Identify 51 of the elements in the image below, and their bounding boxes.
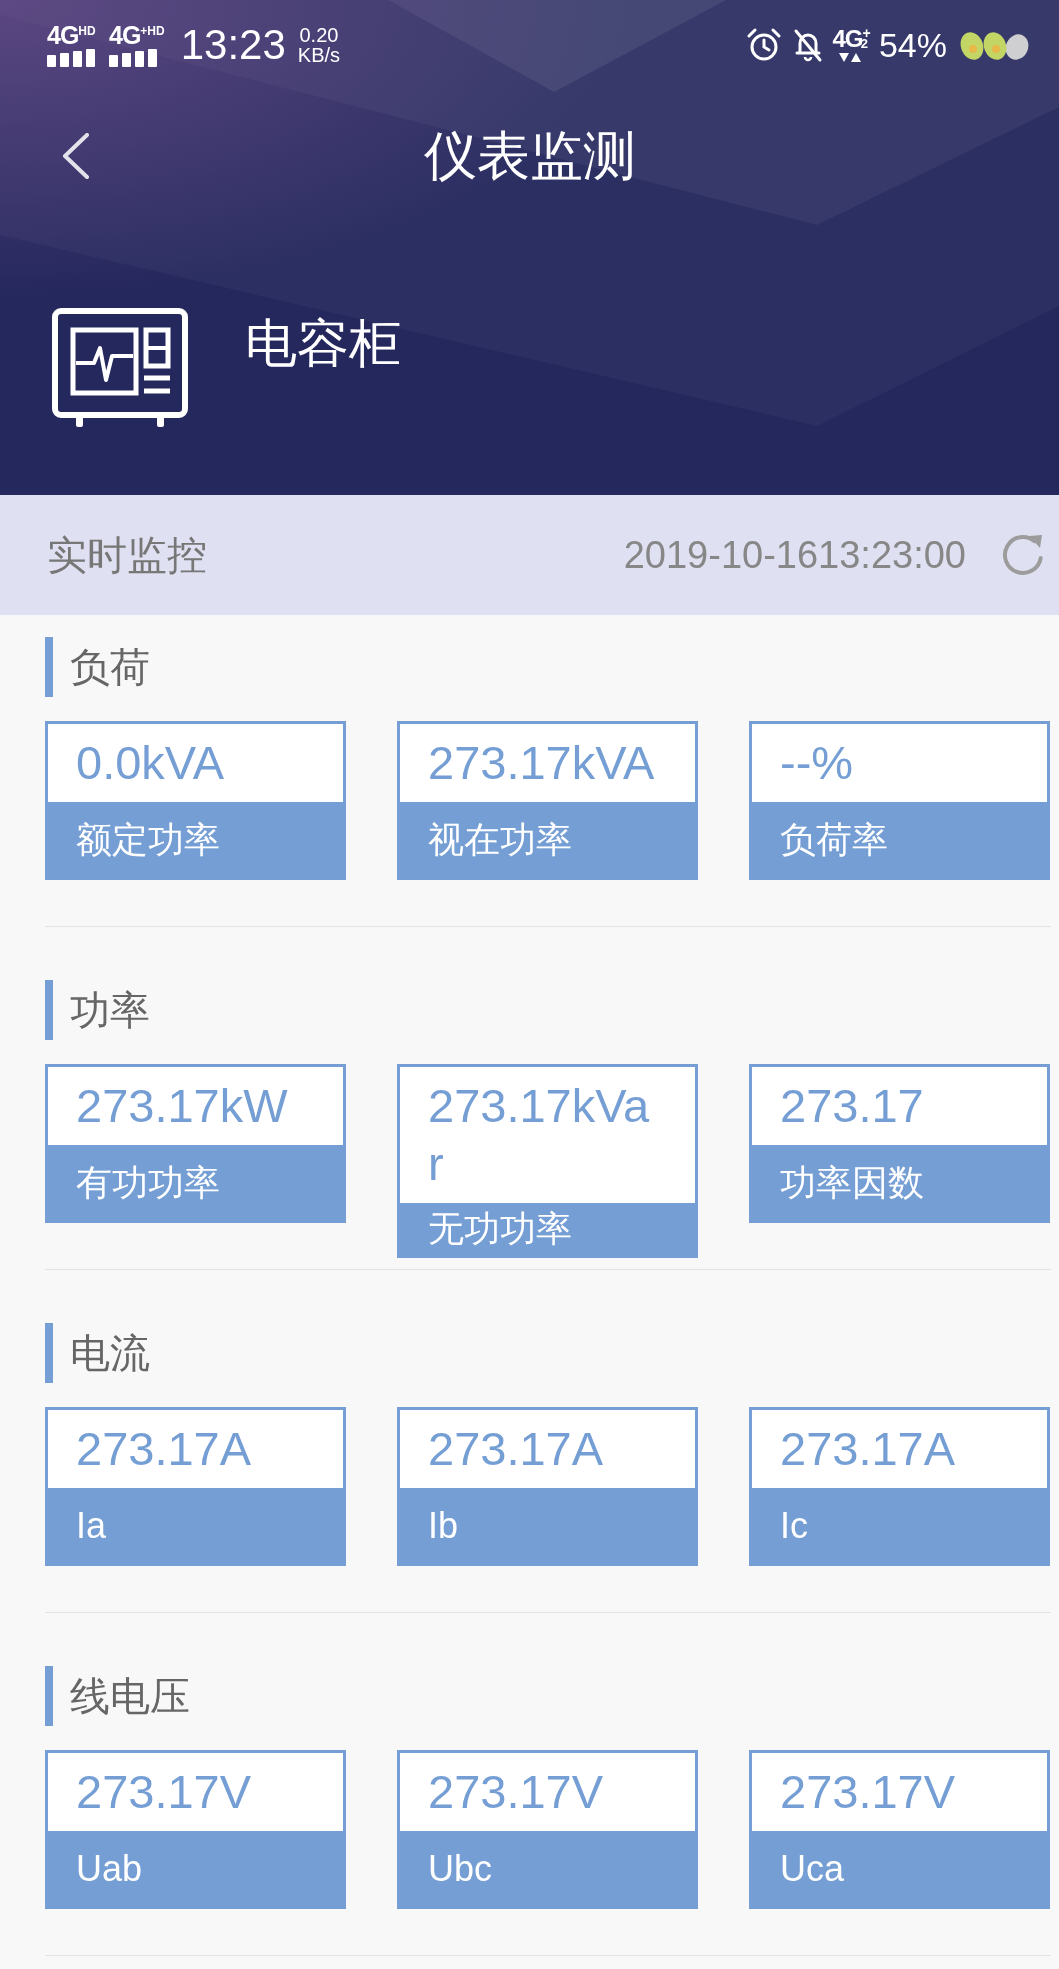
- section-marker-icon: [45, 637, 53, 697]
- section-marker-icon: [45, 980, 53, 1040]
- metric-label: 视在功率: [400, 802, 695, 877]
- section-marker-icon: [45, 1666, 53, 1726]
- metric-label: 无功功率: [400, 1203, 695, 1255]
- signal-bars-icon: [109, 48, 159, 67]
- metric-label: 有功功率: [48, 1145, 343, 1220]
- section-title: 负荷: [70, 643, 150, 691]
- monitor-cabinet-icon: [52, 308, 188, 429]
- metric-value: 273.17kW: [75, 1078, 289, 1134]
- metric-value: 273.17A: [427, 1421, 605, 1477]
- back-button[interactable]: [62, 133, 90, 179]
- update-timestamp: 2019-10-1613:23:00: [623, 533, 966, 577]
- section-marker-icon: [45, 1323, 53, 1383]
- section-title: 线电压: [70, 1672, 190, 1720]
- network-speed-unit: KB/s: [297, 45, 341, 65]
- page-title: 仪表监测: [423, 126, 636, 186]
- network-speed-value: 0.20: [299, 25, 339, 45]
- metric-value: 273.17kVar: [427, 1078, 651, 1192]
- section-title: 功率: [70, 986, 150, 1034]
- metric-label: Ubc: [400, 1831, 695, 1906]
- metric-value: 273.17V: [427, 1764, 605, 1820]
- metric-value: 273.17V: [779, 1764, 957, 1820]
- metric-value: 273.17kVA: [427, 735, 656, 791]
- metric-label: Uab: [48, 1831, 343, 1906]
- alarm-clock-icon: [745, 27, 782, 63]
- metric-value: 273.17V: [75, 1764, 253, 1820]
- chevron-left-icon: [62, 133, 90, 179]
- metric-value: 273.17A: [779, 1421, 957, 1477]
- section-title: 电流: [70, 1329, 150, 1377]
- signal-label: 4G$^{HD}$: [47, 23, 96, 46]
- metric-label: Ib: [400, 1488, 695, 1563]
- realtime-label: 实时监控: [47, 531, 207, 579]
- refresh-icon: [1000, 532, 1046, 578]
- metric-label: Ic: [752, 1488, 1047, 1563]
- battery-icon: [959, 29, 1031, 61]
- data-arrows-icon: [837, 51, 862, 63]
- metric-label: 额定功率: [48, 802, 343, 877]
- metric-value: 273.17A: [75, 1421, 253, 1477]
- status-time: 13:23: [180, 22, 286, 68]
- metric-label: 功率因数: [752, 1145, 1047, 1220]
- metric-value: 0.0kVA: [75, 735, 226, 791]
- device-name: 电容柜: [245, 312, 401, 374]
- signal-label: 4G$^{+HD}$: [109, 23, 165, 46]
- metric-label: Uca: [752, 1831, 1047, 1906]
- metric-value: 273.17: [779, 1078, 925, 1134]
- metric-label: Ia: [48, 1488, 343, 1563]
- metric-label: 负荷率: [752, 802, 1047, 877]
- metric-value: --%: [779, 735, 855, 791]
- signal-bars-icon: [47, 48, 97, 67]
- battery-percent: 54%: [878, 25, 947, 65]
